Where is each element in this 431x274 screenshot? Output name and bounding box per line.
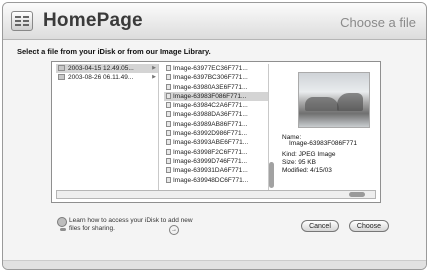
file-label: Image-63999D746F771... — [173, 157, 248, 165]
vertical-scrollbar-thumb[interactable] — [269, 162, 274, 188]
image-file-icon — [166, 157, 171, 164]
image-preview — [298, 72, 370, 128]
image-file-icon — [166, 102, 171, 109]
image-file-icon — [166, 148, 171, 155]
file-item[interactable]: Image-63992D986F771... — [164, 129, 268, 138]
folder-icon — [58, 65, 65, 71]
preview-modified: Modified: 4/15/03 — [282, 167, 332, 174]
file-item[interactable]: Image-63988DA36F771... — [164, 110, 268, 119]
image-file-icon — [166, 65, 171, 71]
file-item[interactable]: Image-63983F086F771... — [164, 91, 268, 102]
image-file-icon — [166, 92, 171, 99]
image-file-icon — [166, 111, 171, 118]
file-item[interactable]: Image-63999D746F771... — [164, 157, 268, 166]
image-file-icon — [166, 74, 171, 81]
file-browser: 2003-04-15 12.49.05... ▶ 2003-08-26 06.1… — [51, 61, 381, 203]
file-label: Image-63998F2C6F771... — [173, 148, 248, 156]
file-item[interactable]: Image-63993ABE6F771... — [164, 138, 268, 147]
image-file-icon — [166, 120, 171, 127]
step-title: Choose a file — [340, 15, 416, 30]
file-item[interactable]: Image-6397BC306F771... — [164, 73, 268, 82]
cancel-button[interactable]: Cancel — [301, 220, 339, 232]
disclosure-arrow-icon: ▶ — [152, 74, 156, 81]
folder-item[interactable]: 2003-08-26 06.11.49... ▶ — [56, 73, 158, 82]
file-label: Image-63977EC36F771... — [173, 65, 248, 72]
preview-name-value: Image-63983F086F771 — [289, 140, 357, 147]
homepage-window: HomePage Choose a file Select a file fro… — [2, 2, 427, 270]
title-bar: HomePage Choose a file — [3, 3, 426, 40]
help-arrow-button[interactable]: → — [169, 225, 179, 235]
file-item[interactable]: Image-63984C2A6F771... — [164, 101, 268, 110]
folder-icon — [58, 74, 65, 81]
file-label: Image-63992D986F771... — [173, 130, 248, 138]
image-file-icon — [166, 130, 171, 137]
folder-column: 2003-04-15 12.49.05... ▶ 2003-08-26 06.1… — [56, 64, 159, 192]
file-label: Image-63989AB86F771... — [173, 120, 248, 128]
preview-size: Size: 95 KB — [282, 159, 316, 166]
person-icon — [57, 217, 67, 231]
window-footer — [3, 260, 426, 269]
folder-label: 2003-08-26 06.11.49... — [68, 74, 134, 82]
preview-kind: Kind: JPEG Image — [282, 151, 336, 158]
file-item[interactable]: Image-63977EC36F771... — [164, 64, 268, 73]
homepage-logo-icon — [11, 11, 33, 31]
app-title: HomePage — [43, 10, 143, 31]
file-label: Image-63980A3E6F771... — [173, 83, 248, 91]
file-item[interactable]: Image-639931DA6F771... — [164, 166, 268, 175]
file-label: Image-63984C2A6F771... — [173, 102, 248, 110]
file-label: Image-63983F086F771... — [173, 92, 247, 100]
folder-label: 2003-04-15 12.49.05... — [68, 65, 134, 72]
folder-item[interactable]: 2003-04-15 12.49.05... ▶ — [56, 64, 158, 74]
image-file-icon — [166, 167, 171, 174]
image-file-icon — [166, 139, 171, 146]
image-file-icon — [166, 176, 171, 183]
image-file-icon — [166, 83, 171, 90]
file-item[interactable]: Image-63980A3E6F771... — [164, 83, 268, 92]
file-label: Image-63993ABE6F771... — [173, 139, 249, 147]
horizontal-scrollbar-thumb[interactable] — [349, 192, 365, 197]
file-label: Image-639931DA6F771... — [173, 167, 248, 175]
file-label: Image-63988DA36F771... — [173, 111, 248, 119]
file-item[interactable]: Image-63998F2C6F771... — [164, 148, 268, 157]
choose-button[interactable]: Choose — [349, 220, 389, 232]
instruction-text: Select a file from your iDisk or from ou… — [17, 47, 211, 56]
disclosure-arrow-icon: ▶ — [152, 65, 156, 71]
file-label: Image-6397BC306F771... — [173, 74, 248, 82]
file-item[interactable]: Image-639948DC6F771... — [164, 176, 268, 185]
file-label: Image-639948DC6F771... — [173, 176, 249, 184]
horizontal-scrollbar[interactable] — [56, 190, 376, 199]
file-item[interactable]: Image-63989AB86F771... — [164, 120, 268, 129]
file-column: Image-63977EC36F771... Image-6397BC306F7… — [164, 64, 269, 192]
